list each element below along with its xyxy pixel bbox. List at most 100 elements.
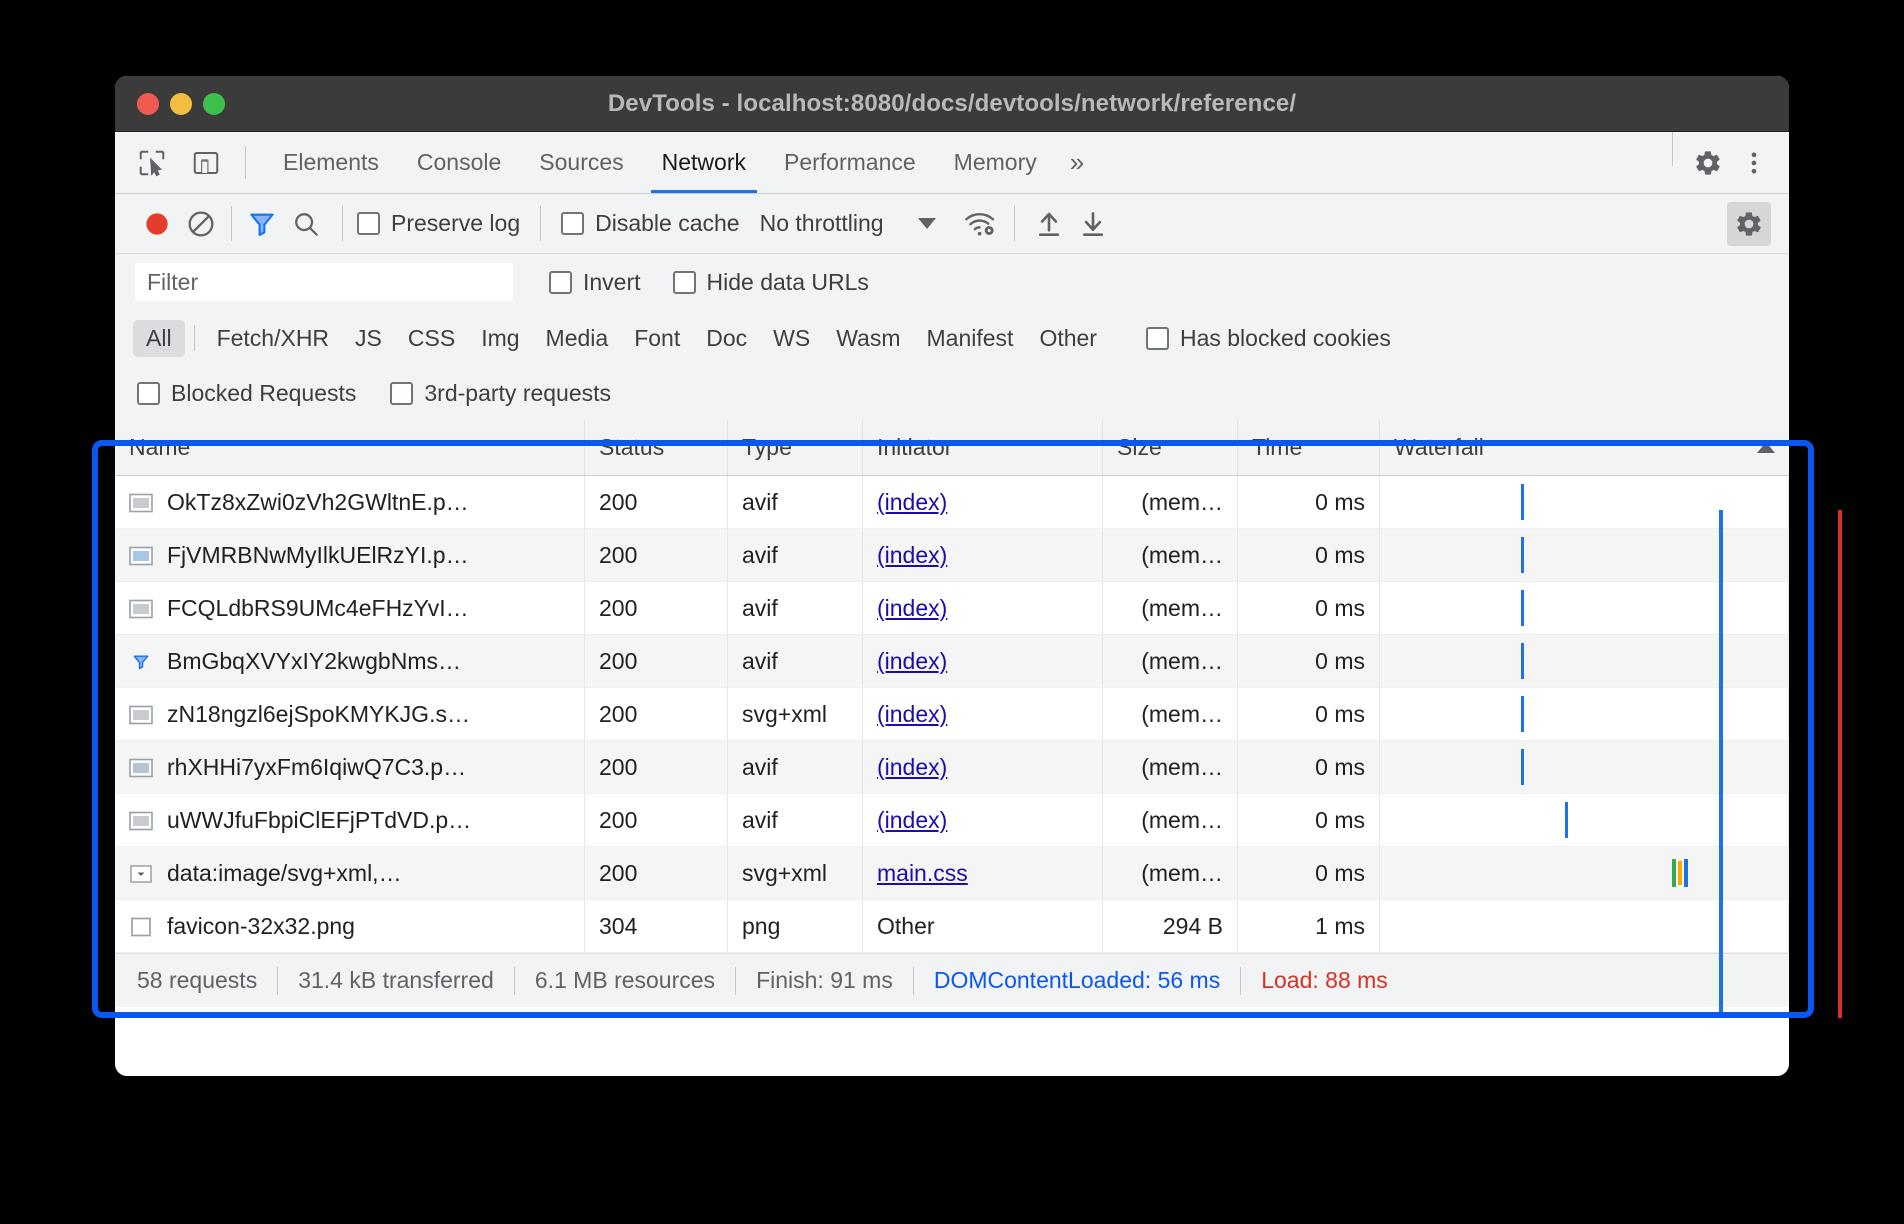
- more-tabs-icon[interactable]: »: [1056, 132, 1098, 193]
- tab-label: Memory: [954, 149, 1037, 176]
- resources-size: 6.1 MB resources: [535, 967, 715, 994]
- type-filter-other[interactable]: Other: [1026, 320, 1110, 357]
- table-row[interactable]: FCQLdbRS9UMc4eFHzYvI… 200 avif (index) (…: [115, 582, 1789, 635]
- table-row[interactable]: zN18ngzl6ejSpoKMYKJG.s… 200 svg+xml (ind…: [115, 688, 1789, 741]
- type-filter-wasm[interactable]: Wasm: [823, 320, 913, 357]
- tab-memory[interactable]: Memory: [935, 132, 1056, 193]
- extra-filters-row: Blocked Requests 3rd-party requests: [115, 366, 1789, 420]
- initiator-link[interactable]: (index): [877, 542, 947, 569]
- filter-input[interactable]: [135, 263, 513, 301]
- column-header-initiator[interactable]: Initiator: [863, 420, 1103, 475]
- cell-waterfall: [1380, 635, 1789, 687]
- invert-label: Invert: [583, 269, 641, 296]
- cell-type: avif: [728, 529, 863, 581]
- table-header-row: Name Status Type Initiator Size Time Wat…: [115, 420, 1789, 476]
- third-party-requests-label: 3rd-party requests: [424, 380, 611, 407]
- type-filter-all[interactable]: All: [133, 320, 185, 357]
- table-row[interactable]: FjVMRBNwMyIlkUElRzYI.p… 200 avif (index)…: [115, 529, 1789, 582]
- type-filter-fetch-xhr[interactable]: Fetch/XHR: [204, 320, 342, 357]
- column-header-type[interactable]: Type: [728, 420, 863, 475]
- column-header-size[interactable]: Size: [1103, 420, 1238, 475]
- type-filter-media[interactable]: Media: [533, 320, 622, 357]
- filter-funnel-icon[interactable]: [240, 202, 284, 246]
- cell-size: (mem…: [1103, 529, 1238, 581]
- column-header-status[interactable]: Status: [585, 420, 728, 475]
- throttling-dropdown[interactable]: No throttling: [760, 210, 936, 237]
- tab-console[interactable]: Console: [398, 132, 520, 193]
- disable-cache-checkbox[interactable]: Disable cache: [561, 210, 739, 237]
- initiator-link[interactable]: (index): [877, 701, 947, 728]
- type-filter-manifest[interactable]: Manifest: [914, 320, 1027, 357]
- cell-initiator: (index): [863, 741, 1103, 793]
- initiator-link[interactable]: main.css: [877, 860, 968, 887]
- initiator-link[interactable]: (index): [877, 807, 947, 834]
- clear-icon[interactable]: [179, 202, 223, 246]
- blocked-requests-checkbox[interactable]: Blocked Requests: [137, 380, 356, 407]
- column-header-waterfall[interactable]: Waterfall: [1380, 420, 1789, 475]
- table-row[interactable]: OkTz8xZwi0zVh2GWltnE.p… 200 avif (index)…: [115, 476, 1789, 529]
- cell-type: avif: [728, 794, 863, 846]
- search-icon[interactable]: [284, 202, 328, 246]
- record-icon[interactable]: [135, 202, 179, 246]
- window-title: DevTools - localhost:8080/docs/devtools/…: [115, 90, 1789, 118]
- kebab-menu-icon[interactable]: [1735, 144, 1773, 182]
- maximize-window-button[interactable]: [203, 93, 225, 115]
- finish-time: Finish: 91 ms: [756, 967, 893, 994]
- cell-initiator: (index): [863, 582, 1103, 634]
- initiator-link[interactable]: (index): [877, 648, 947, 675]
- checkbox-box: [549, 271, 572, 294]
- network-settings-gear-icon[interactable]: [1727, 202, 1771, 246]
- cell-initiator: (index): [863, 688, 1103, 740]
- tab-sources[interactable]: Sources: [520, 132, 642, 193]
- table-row[interactable]: data:image/svg+xml,… 200 svg+xml main.cs…: [115, 847, 1789, 900]
- initiator-link[interactable]: (index): [877, 595, 947, 622]
- device-toolbar-icon[interactable]: [187, 144, 225, 182]
- initiator-link[interactable]: (index): [877, 489, 947, 516]
- has-blocked-cookies-checkbox[interactable]: Has blocked cookies: [1146, 325, 1391, 352]
- hide-data-urls-checkbox[interactable]: Hide data URLs: [673, 269, 869, 296]
- panel-tabs: Elements Console Sources Network Perform…: [264, 132, 1098, 193]
- cell-status: 200: [585, 741, 728, 793]
- inspect-element-icon[interactable]: [133, 144, 171, 182]
- preserve-log-checkbox[interactable]: Preserve log: [357, 210, 520, 237]
- cell-status: 200: [585, 794, 728, 846]
- column-header-time[interactable]: Time: [1238, 420, 1380, 475]
- download-arrow-icon[interactable]: [1071, 202, 1115, 246]
- wifi-gear-icon[interactable]: [958, 202, 1002, 246]
- tab-elements[interactable]: Elements: [264, 132, 398, 193]
- initiator-link[interactable]: (index): [877, 754, 947, 781]
- gear-icon[interactable]: [1689, 144, 1727, 182]
- type-filter-font[interactable]: Font: [621, 320, 693, 357]
- type-filter-doc[interactable]: Doc: [693, 320, 760, 357]
- cell-size: (mem…: [1103, 688, 1238, 740]
- table-row[interactable]: uWWJfuFbpiClEFjPTdVD.p… 200 avif (index)…: [115, 794, 1789, 847]
- cell-time: 0 ms: [1238, 794, 1380, 846]
- invert-checkbox[interactable]: Invert: [549, 269, 641, 296]
- cell-name: zN18ngzl6ejSpoKMYKJG.s…: [115, 688, 585, 740]
- toolbar-divider: [540, 206, 541, 241]
- tab-network[interactable]: Network: [643, 132, 765, 193]
- third-party-requests-checkbox[interactable]: 3rd-party requests: [390, 380, 611, 407]
- type-filter-css[interactable]: CSS: [395, 320, 468, 357]
- waterfall-label: Waterfall: [1394, 434, 1484, 461]
- footer-divider: [514, 967, 515, 995]
- tab-performance[interactable]: Performance: [765, 132, 935, 193]
- request-name: FjVMRBNwMyIlkUElRzYI.p…: [167, 542, 469, 569]
- column-header-name[interactable]: Name: [115, 420, 585, 475]
- cell-time: 0 ms: [1238, 847, 1380, 899]
- tab-label: Elements: [283, 149, 379, 176]
- type-filter-img[interactable]: Img: [468, 320, 532, 357]
- request-name: FCQLdbRS9UMc4eFHzYvI…: [167, 595, 469, 622]
- type-filter-ws[interactable]: WS: [760, 320, 823, 357]
- table-row[interactable]: rhXHHi7yxFm6IqiwQ7C3.p… 200 avif (index)…: [115, 741, 1789, 794]
- chip-divider: [194, 325, 195, 351]
- cell-initiator: (index): [863, 635, 1103, 687]
- upload-arrow-icon[interactable]: [1027, 202, 1071, 246]
- cell-type: svg+xml: [728, 847, 863, 899]
- minimize-window-button[interactable]: [170, 93, 192, 115]
- table-row[interactable]: BmGbqXVYxIY2kwgbNms… 200 avif (index) (m…: [115, 635, 1789, 688]
- close-window-button[interactable]: [137, 93, 159, 115]
- type-filter-js[interactable]: JS: [342, 320, 395, 357]
- cell-time: 0 ms: [1238, 635, 1380, 687]
- table-row[interactable]: favicon-32x32.png 304 png Other 294 B 1 …: [115, 900, 1789, 953]
